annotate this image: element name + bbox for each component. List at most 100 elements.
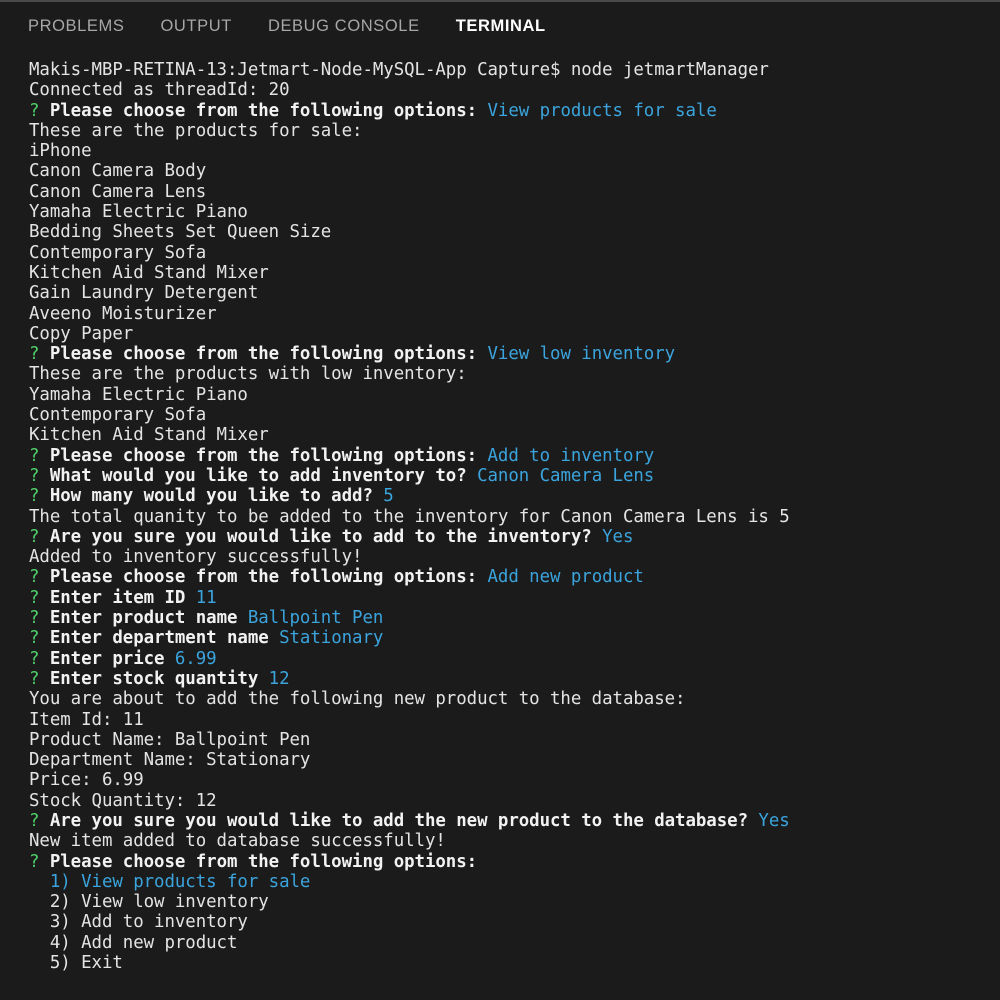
prompt-marker-icon: ? — [29, 526, 40, 547]
menu-option-label[interactable]: 2) View low inventory — [29, 892, 269, 912]
menu-option-item[interactable]: 2) View low inventory — [29, 892, 1000, 912]
terminal-output-line: Bedding Sheets Set Queen Size — [29, 222, 1000, 242]
prompt-text: Enter stock quantity — [49, 668, 259, 689]
shell-prompt: Makis-MBP-RETINA-13:Jetmart-Node-MySQL-A… — [29, 60, 571, 80]
shell-command: node jetmartManager — [570, 60, 769, 80]
terminal-output-line: These are the products with low inventor… — [29, 364, 1000, 384]
terminal-prompt-line: ? Please choose from the following optio… — [29, 446, 1000, 466]
output-text: Stock Quantity: 12 — [29, 790, 217, 811]
terminal-output-line: Yamaha Electric Piano — [29, 385, 1000, 405]
prompt-marker-icon: ? — [29, 628, 40, 649]
terminal-output-line: Item Id: 11 — [29, 710, 1000, 730]
terminal-prompt-line: ? Enter product name Ballpoint Pen — [29, 608, 1000, 628]
terminal-output-line: Aveeno Moisturizer — [29, 304, 1000, 324]
output-text: Kitchen Aid Stand Mixer — [29, 425, 269, 446]
prompt-answer: Add to inventory — [487, 445, 655, 466]
prompt-marker-icon: ? — [29, 668, 40, 689]
terminal-output-line: Kitchen Aid Stand Mixer — [29, 263, 1000, 283]
prompt-answer: View products for sale — [487, 100, 717, 121]
tab-problems[interactable]: PROBLEMS — [28, 2, 125, 36]
prompt-text: Enter item ID — [49, 587, 186, 608]
menu-option-item[interactable]: 1) View products for sale — [29, 872, 1000, 892]
output-text: Product Name: Ballpoint Pen — [29, 729, 311, 750]
prompt-marker-icon: ? — [29, 587, 40, 608]
menu-option-label[interactable]: 3) Add to inventory — [29, 912, 248, 932]
terminal-output-line: Contemporary Sofa — [29, 243, 1000, 263]
prompt-marker-icon: ? — [29, 851, 40, 872]
terminal-output-line: Department Name: Stationary — [29, 750, 1000, 770]
terminal-prompt-line: ? Enter price 6.99 — [29, 649, 1000, 669]
prompt-text: Please choose from the following options… — [49, 445, 478, 466]
menu-option-label[interactable]: 5) Exit — [29, 953, 123, 973]
terminal-prompt-line: ? What would you like to add inventory t… — [29, 466, 1000, 486]
tab-debug-console[interactable]: DEBUG CONSOLE — [268, 2, 420, 36]
terminal-prompt-line: ? Please choose from the following optio… — [29, 852, 1000, 872]
terminal-output-line: Kitchen Aid Stand Mixer — [29, 425, 1000, 445]
output-text: Department Name: Stationary — [29, 750, 311, 771]
prompt-marker-icon: ? — [29, 810, 40, 831]
prompt-answer: Stationary — [279, 628, 384, 649]
output-text: Aveeno Moisturizer — [29, 303, 217, 324]
output-text: Bedding Sheets Set Queen Size — [29, 222, 332, 243]
prompt-marker-icon: ? — [29, 567, 40, 588]
prompt-text: Please choose from the following options… — [49, 851, 478, 872]
terminal-prompt-line: ? Enter stock quantity 12 — [29, 669, 1000, 689]
output-text: Canon Camera Lens — [29, 181, 207, 202]
terminal-prompt-line: ? Please choose from the following optio… — [29, 101, 1000, 121]
prompt-answer: Ballpoint Pen — [247, 608, 384, 629]
output-text: Kitchen Aid Stand Mixer — [29, 262, 269, 283]
terminal-output-line: iPhone — [29, 141, 1000, 161]
terminal-prompt-line: ? How many would you like to add? 5 — [29, 486, 1000, 506]
prompt-text: Are you sure you would like to add the n… — [49, 810, 748, 831]
terminal-output-line: Product Name: Ballpoint Pen — [29, 730, 1000, 750]
prompt-marker-icon: ? — [29, 445, 40, 466]
prompt-text: Enter product name — [49, 608, 238, 629]
menu-option-label[interactable]: 4) Add new product — [29, 933, 238, 953]
prompt-answer: 6.99 — [174, 648, 217, 669]
output-text: Added to inventory successfully! — [29, 547, 363, 568]
prompt-answer: Yes — [758, 810, 790, 831]
vscode-panel: PROBLEMS OUTPUT DEBUG CONSOLE TERMINAL Maki… — [0, 0, 1000, 1000]
output-text: These are the products with low inventor… — [29, 364, 467, 385]
menu-option-item[interactable]: 4) Add new product — [29, 933, 1000, 953]
output-text: Connected as threadId: 20 — [29, 80, 290, 101]
terminal-prompt-line: ? Enter item ID 11 — [29, 588, 1000, 608]
output-text: Copy Paper — [29, 323, 134, 344]
terminal-output[interactable]: Makis-MBP-RETINA-13:Jetmart-Node-MySQL-A… — [0, 52, 1000, 1000]
prompt-answer: 5 — [383, 486, 394, 507]
output-text: New item added to database successfully! — [29, 831, 446, 852]
output-text: You are about to add the following new p… — [29, 689, 686, 710]
menu-option-label[interactable]: 1) View products for sale — [29, 872, 311, 892]
menu-option-item[interactable]: 5) Exit — [29, 953, 1000, 973]
prompt-text: Please choose from the following options… — [49, 344, 478, 365]
output-text: Contemporary Sofa — [29, 242, 207, 263]
terminal-output-line: Copy Paper — [29, 324, 1000, 344]
menu-option-item[interactable]: 3) Add to inventory — [29, 912, 1000, 932]
terminal-output-line: Gain Laundry Detergent — [29, 283, 1000, 303]
terminal-command-line: Makis-MBP-RETINA-13:Jetmart-Node-MySQL-A… — [29, 60, 1000, 80]
tab-terminal[interactable]: TERMINAL — [456, 2, 546, 36]
terminal-output-line: Price: 6.99 — [29, 770, 1000, 790]
output-text: These are the products for sale: — [29, 120, 363, 141]
tab-output[interactable]: OUTPUT — [161, 2, 232, 36]
terminal-output-line: Added to inventory successfully! — [29, 547, 1000, 567]
prompt-text: How many would you like to add? — [49, 486, 373, 507]
output-text: The total quanity to be added to the inv… — [29, 506, 790, 527]
